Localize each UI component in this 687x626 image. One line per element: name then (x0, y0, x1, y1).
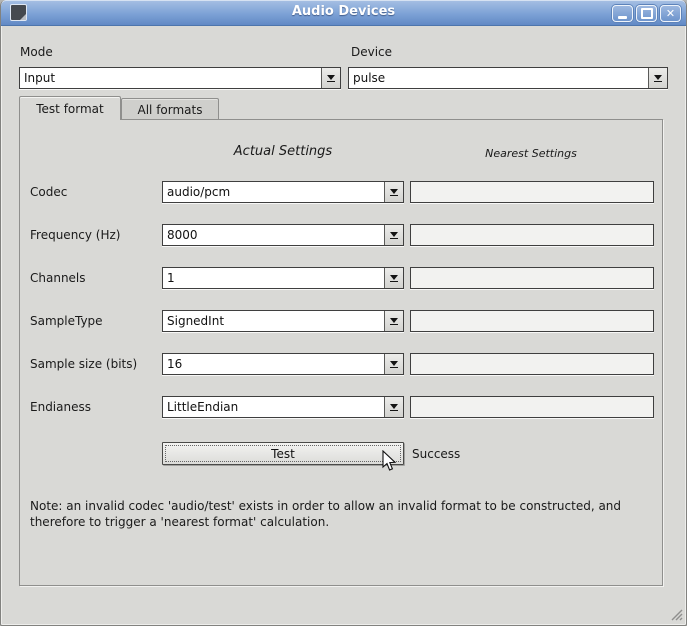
actual-settings-header: Actual Settings (162, 144, 404, 159)
endianess-combobox[interactable]: LittleEndian (162, 396, 404, 418)
tab-label: All formats (138, 103, 203, 117)
combo-arrow-icon (384, 311, 403, 331)
audio-devices-window: Audio Devices ✕ Mode Device Input pulse … (0, 0, 687, 626)
frequency-combobox[interactable]: 8000 (162, 224, 404, 246)
note-text: Note: an invalid codec 'audio/test' exis… (30, 498, 658, 530)
endianess-label: Endianess (30, 400, 91, 414)
combo-arrow-icon (384, 268, 403, 288)
sampletype-label: SampleType (30, 314, 103, 328)
titlebar[interactable]: Audio Devices ✕ (1, 0, 686, 26)
endianess-nearest-field[interactable] (410, 396, 654, 418)
window-title: Audio Devices (1, 4, 686, 19)
tab-test-format[interactable]: Test format (19, 96, 121, 120)
device-label: Device (351, 45, 392, 59)
channels-nearest-field[interactable] (410, 267, 654, 289)
channels-value: 1 (163, 271, 384, 285)
samplesize-value: 16 (163, 357, 384, 371)
combo-arrow-icon (384, 182, 403, 202)
channels-combobox[interactable]: 1 (162, 267, 404, 289)
mode-label: Mode (20, 45, 53, 59)
combo-arrow-icon (384, 354, 403, 374)
codec-value: audio/pcm (163, 185, 384, 199)
status-text: Success (412, 447, 460, 461)
samplesize-combobox[interactable]: 16 (162, 353, 404, 375)
tab-all-formats[interactable]: All formats (121, 98, 219, 120)
codec-nearest-field[interactable] (410, 181, 654, 203)
frequency-value: 8000 (163, 228, 384, 242)
close-icon: ✕ (666, 8, 675, 19)
combo-arrow-icon (321, 68, 340, 88)
codec-label: Codec (30, 185, 67, 199)
mode-value: Input (20, 71, 321, 85)
samplesize-label: Sample size (bits) (30, 357, 137, 371)
mode-combobox[interactable]: Input (19, 67, 341, 89)
minimize-button[interactable] (612, 5, 633, 22)
combo-arrow-icon (648, 68, 667, 88)
maximize-icon (641, 8, 653, 19)
test-button[interactable]: Test (162, 442, 404, 465)
frequency-label: Frequency (Hz) (30, 228, 121, 242)
test-button-label: Test (271, 447, 295, 461)
samplesize-nearest-field[interactable] (410, 353, 654, 375)
codec-combobox[interactable]: audio/pcm (162, 181, 404, 203)
endianess-value: LittleEndian (163, 400, 384, 414)
combo-arrow-icon (384, 225, 403, 245)
sampletype-value: SignedInt (163, 314, 384, 328)
device-combobox[interactable]: pulse (348, 67, 668, 89)
close-button[interactable]: ✕ (660, 5, 681, 22)
channels-label: Channels (30, 271, 86, 285)
minimize-icon (618, 16, 627, 19)
tab-label: Test format (36, 102, 103, 116)
combo-arrow-icon (384, 397, 403, 417)
sampletype-nearest-field[interactable] (410, 310, 654, 332)
device-value: pulse (349, 71, 648, 85)
frequency-nearest-field[interactable] (410, 224, 654, 246)
maximize-button[interactable] (636, 5, 657, 22)
resize-grip-icon[interactable] (669, 607, 683, 621)
test-format-panel: Actual Settings Nearest Settings Codec a… (19, 119, 663, 586)
sampletype-combobox[interactable]: SignedInt (162, 310, 404, 332)
nearest-settings-header: Nearest Settings (408, 147, 654, 160)
